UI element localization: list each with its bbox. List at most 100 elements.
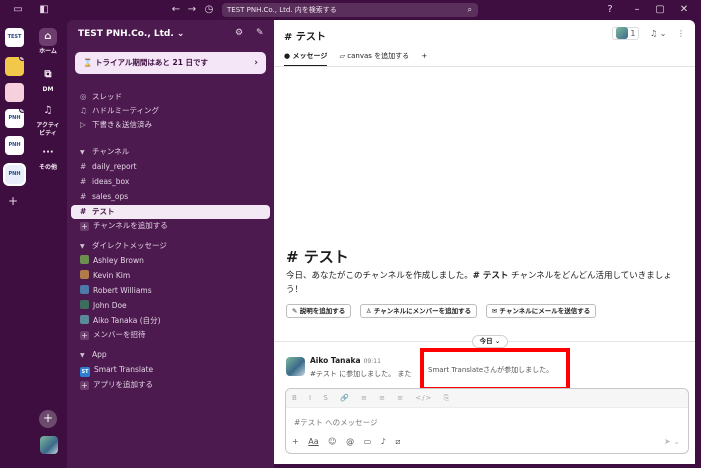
close-icon[interactable]: ✕ bbox=[676, 0, 692, 20]
message-composer[interactable]: B I S 🔗 ≡ ≡ ≡ </> ⎘ #テスト へのメッセージ + Aa ☺ … bbox=[285, 388, 689, 454]
avatar bbox=[80, 285, 89, 294]
emoji-icon[interactable]: ☺ bbox=[328, 437, 336, 446]
composer-actions: + Aa ☺ @ ▭ ♪ ⧄ bbox=[292, 437, 407, 447]
chevron-right-icon: › bbox=[254, 58, 258, 68]
history-icon[interactable]: ◷ bbox=[201, 0, 217, 20]
italic-icon[interactable]: I bbox=[309, 394, 312, 402]
microphone-icon[interactable]: ♪ bbox=[381, 437, 386, 446]
member-button[interactable]: 1 bbox=[611, 27, 640, 40]
workspace-test-pnh[interactable]: TEST bbox=[5, 28, 24, 47]
avatar bbox=[80, 315, 89, 324]
message-input[interactable]: #テスト へのメッセージ bbox=[294, 417, 378, 428]
avatar bbox=[80, 300, 89, 309]
nav-dm[interactable]: ⧉ DM bbox=[29, 66, 67, 94]
filter-icon[interactable]: ⚙ bbox=[235, 28, 243, 38]
channel-ideas-box[interactable]: # ideas_box bbox=[71, 175, 270, 189]
plus-icon[interactable]: + bbox=[292, 437, 299, 446]
dm-aiko-tanaka[interactable]: Aiko Tanaka (自分) bbox=[71, 314, 270, 328]
bullet-list-icon[interactable]: ≡ bbox=[379, 394, 386, 402]
dm-ashley-brown[interactable]: Ashley Brown bbox=[71, 254, 270, 268]
channel-test[interactable]: # テスト bbox=[71, 205, 270, 219]
email-channel-button[interactable]: ✉ チャンネルにメールを送信する bbox=[485, 304, 597, 318]
more-vertical-icon[interactable]: ⋮ bbox=[677, 29, 685, 38]
hash-icon: # bbox=[80, 192, 87, 201]
send-button[interactable]: ➤ ⌄ bbox=[664, 437, 680, 446]
channel-daily-report[interactable]: # daily_report bbox=[71, 160, 270, 174]
today-button[interactable]: 今日 ⌄ bbox=[472, 335, 508, 348]
mention-icon[interactable]: @ bbox=[346, 437, 354, 446]
video-icon[interactable]: ▭ bbox=[364, 437, 372, 446]
sidebar-toggle-icon[interactable]: ▭ bbox=[10, 0, 26, 20]
tab-add-canvas[interactable]: ▱ canvas を追加する bbox=[340, 51, 410, 65]
forward-arrow-icon[interactable]: → bbox=[184, 0, 200, 20]
workspace-name[interactable]: TEST PNH.Co., Ltd. ⌄ bbox=[78, 29, 184, 39]
shortcut-icon[interactable]: ⧄ bbox=[395, 437, 400, 446]
section-dms[interactable]: ▼ ダイレクトメッセージ bbox=[71, 239, 270, 253]
tab-add[interactable]: + bbox=[421, 52, 427, 64]
divider bbox=[274, 66, 695, 67]
bold-icon[interactable]: B bbox=[292, 394, 298, 402]
sidebar-item-huddles[interactable]: ♫ ハドルミーティング bbox=[71, 104, 270, 118]
headphones-icon[interactable]: ♫ ⌄ bbox=[650, 29, 666, 38]
add-workspace-button[interactable]: + bbox=[8, 194, 18, 208]
add-description-button[interactable]: ✎ 説明を追加する bbox=[286, 304, 352, 318]
code-block-icon[interactable]: ⎘ bbox=[444, 394, 451, 402]
nav-activity-label: アクティビティ bbox=[36, 122, 60, 137]
format-toolbar: B I S 🔗 ≡ ≡ ≡ </> ⎘ bbox=[286, 389, 688, 408]
help-icon[interactable]: ? bbox=[602, 0, 618, 20]
strikethrough-icon[interactable]: S bbox=[323, 394, 328, 402]
app-smart-translate[interactable]: ST Smart Translate bbox=[71, 363, 270, 377]
header-actions: 1 ♫ ⌄ ⋮ bbox=[611, 27, 685, 40]
search-input[interactable]: TEST PNH.Co., Ltd. 内を検索する ⌕ bbox=[222, 3, 478, 17]
workspace-pink[interactable] bbox=[5, 83, 24, 102]
invite-member-button[interactable]: + メンバーを招待 bbox=[71, 328, 270, 342]
sidebar-item-drafts[interactable]: ▷ 下書き＆送信済み bbox=[71, 118, 270, 132]
nav-dm-label: DM bbox=[42, 86, 54, 93]
sidebar-item-threads[interactable]: ◎ スレッド bbox=[71, 90, 270, 104]
section-apps[interactable]: ▼ App bbox=[71, 348, 270, 362]
home-icon: ⌂ bbox=[39, 28, 57, 46]
trial-banner[interactable]: ⌛ トライアル期間はあと 21 日です › bbox=[75, 52, 266, 74]
message-author[interactable]: Aiko Tanaka 09:11 bbox=[310, 356, 381, 365]
canvas-icon: ▱ bbox=[339, 52, 346, 60]
caret-down-icon: ▼ bbox=[80, 352, 85, 359]
tab-messages[interactable]: ● メッセージ bbox=[284, 51, 328, 67]
dm-robert-williams[interactable]: Robert Williams bbox=[71, 284, 270, 298]
text-format-icon[interactable]: Aa bbox=[308, 437, 318, 446]
create-button[interactable]: + bbox=[39, 410, 57, 428]
plus-icon: + bbox=[80, 222, 89, 231]
ordered-list-icon[interactable]: ≡ bbox=[361, 394, 368, 402]
maximize-icon[interactable]: ▢ bbox=[652, 0, 668, 20]
workspace-badge bbox=[19, 57, 24, 61]
blockquote-icon[interactable]: ≡ bbox=[397, 394, 404, 402]
window-layout-icon[interactable]: ◧ bbox=[36, 0, 52, 20]
section-channels[interactable]: ▼ チャンネル bbox=[71, 145, 270, 159]
add-members-button[interactable]: ♙ チャンネルにメンバーを追加する bbox=[359, 304, 478, 318]
avatar[interactable] bbox=[286, 357, 305, 376]
link-icon[interactable]: 🔗 bbox=[340, 394, 350, 402]
workspace-yellow[interactable] bbox=[5, 57, 24, 76]
dm-john-doe[interactable]: John Doe bbox=[71, 299, 270, 313]
dm-kevin-kim[interactable]: Kevin Kim bbox=[71, 269, 270, 283]
title-bar: ▭ ◧ ← → ◷ TEST PNH.Co., Ltd. 内を検索する ⌕ ? … bbox=[0, 0, 701, 20]
workspace-pnh-3[interactable]: PNH bbox=[5, 165, 24, 184]
nav-activity[interactable]: ♫ アクティビティ bbox=[29, 102, 67, 138]
back-arrow-icon[interactable]: ← bbox=[168, 0, 184, 20]
threads-icon: ◎ bbox=[80, 92, 87, 101]
add-app-button[interactable]: + アプリを追加する bbox=[71, 378, 270, 392]
hash-icon: # bbox=[80, 162, 87, 171]
app-badge: ST bbox=[80, 367, 90, 377]
intro-buttons: ✎ 説明を追加する ♙ チャンネルにメンバーを追加する ✉ チャンネルにメールを… bbox=[286, 304, 602, 318]
code-icon[interactable]: </> bbox=[415, 394, 432, 402]
add-channel-button[interactable]: + チャンネルを追加する bbox=[71, 219, 270, 233]
workspace-pnh-2[interactable]: PNH bbox=[5, 136, 24, 155]
channel-title[interactable]: # テスト bbox=[284, 28, 326, 43]
nav-home[interactable]: ⌂ ホーム bbox=[29, 28, 67, 56]
workspace-pnh-1[interactable]: PNH bbox=[5, 109, 24, 128]
channel-sales-ops[interactable]: # sales_ops bbox=[71, 190, 270, 204]
compose-icon[interactable]: ✎ bbox=[256, 28, 264, 38]
channel-sidebar: TEST PNH.Co., Ltd. ⌄ ⚙ ✎ ⌛ トライアル期間はあと 21… bbox=[67, 20, 274, 468]
minimize-icon[interactable]: – bbox=[629, 0, 645, 20]
user-avatar[interactable] bbox=[40, 436, 58, 454]
nav-more[interactable]: ··· その他 bbox=[29, 144, 67, 172]
